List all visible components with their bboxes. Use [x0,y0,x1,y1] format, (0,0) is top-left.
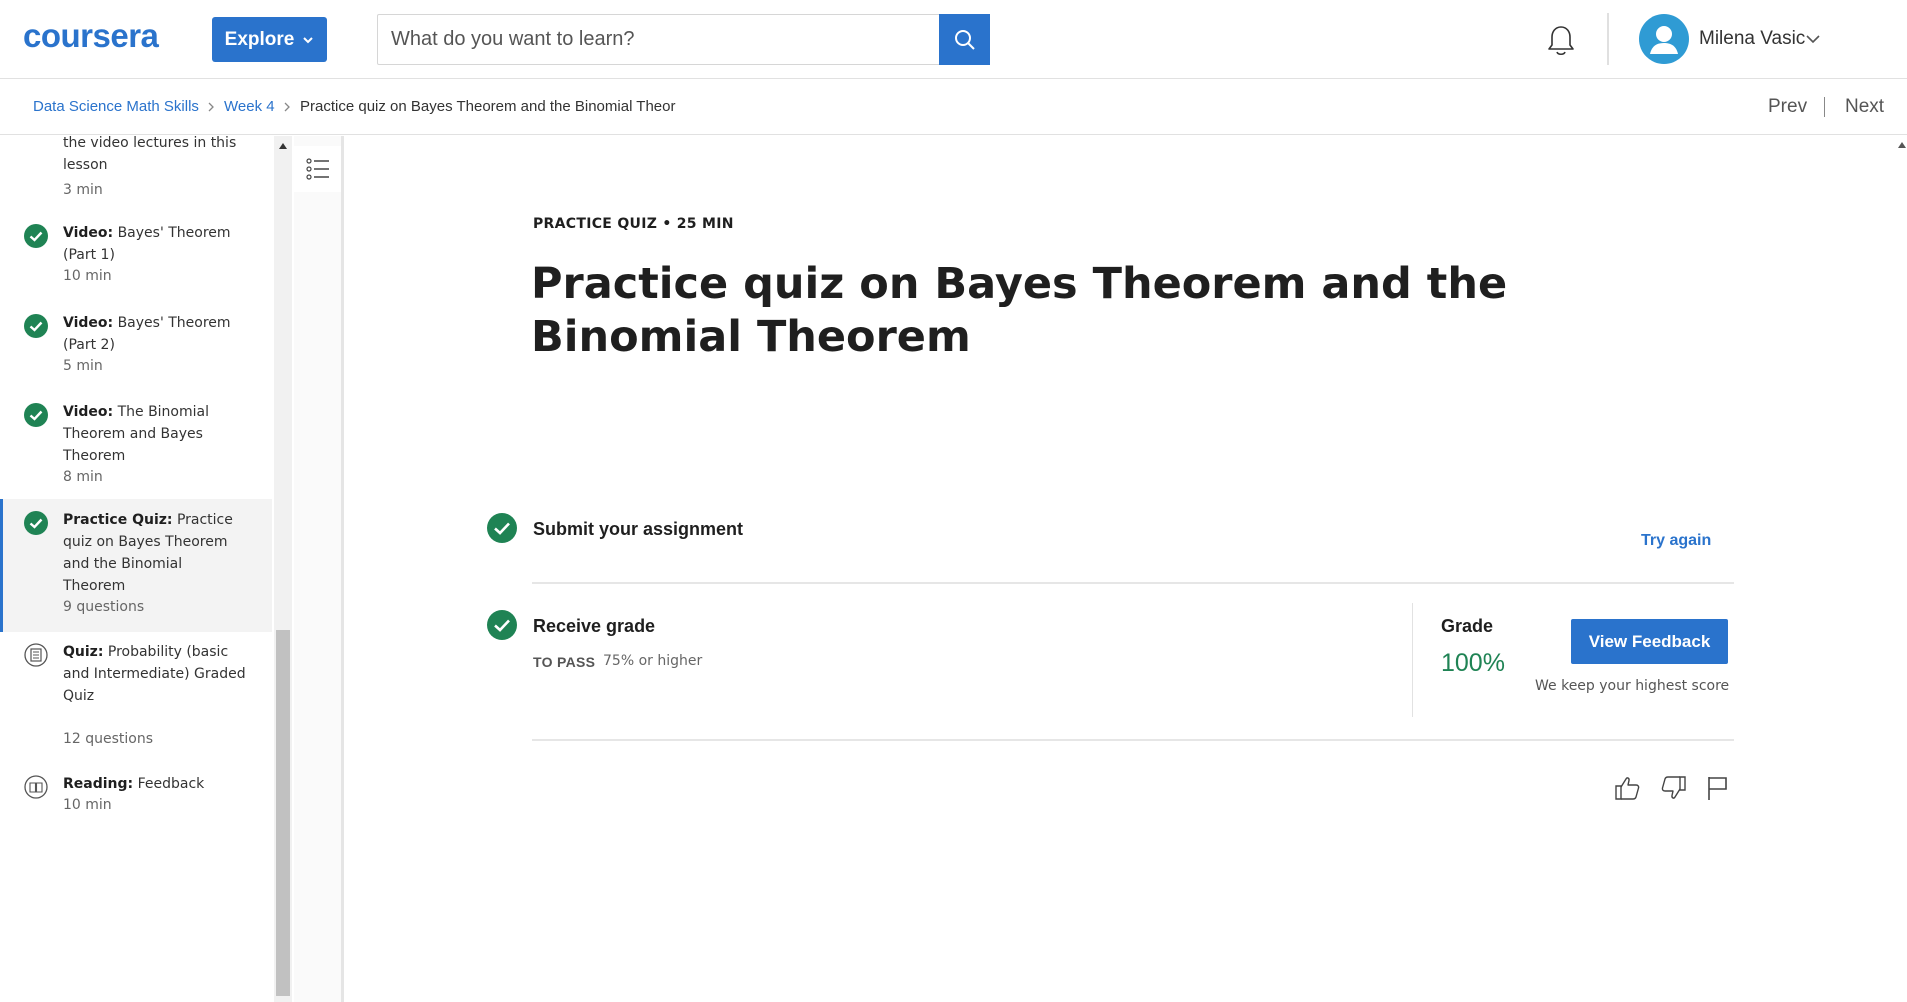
sidebar-item-label: Video: Bayes' Theorem (Part 2) [63,315,231,353]
sidebar-item-meta: 8 min [63,469,103,485]
sidebar-item-label: Reading: Feedback [63,776,205,792]
sidebar-item-practice-quiz[interactable]: Practice Quiz: Practice quiz on Bayes Th… [0,499,272,632]
sidebar-item-graded-quiz[interactable]: Quiz: Probability (basic and Intermediat… [0,641,272,767]
check-circle-icon [487,610,517,640]
sidebar-item-lesson-intro[interactable]: the video lectures in this lesson 3 min [0,136,272,206]
highest-score-note: We keep your highest score [1535,678,1730,694]
section-divider [532,739,1734,741]
sidebar-item-meta: 10 min [63,797,112,813]
chevron-down-icon[interactable] [1805,33,1821,45]
sidebar-item-label: Video: Bayes' Theorem (Part 1) [63,225,231,263]
to-pass-value: 75% or higher [603,653,703,669]
sidebar-item-video-bayes-1[interactable]: Video: Bayes' Theorem (Part 1) 10 min [0,222,272,308]
search-icon [954,29,975,50]
sidebar-item-meta: 5 min [63,358,103,374]
check-circle-icon [24,511,48,535]
sidebar-item-video-bayes-2[interactable]: Video: Bayes' Theorem (Part 2) 5 min [0,312,272,398]
to-pass-label: TO PASS [533,654,596,670]
sidebar-item-meta: 9 questions [63,599,145,615]
svg-text:coursera: coursera [23,20,160,54]
nav-divider [1824,97,1825,117]
breadcrumb-week-link[interactable]: Week 4 [224,98,275,115]
sidebar-item-label: Video: The Binomial Theorem and Bayes Th… [63,404,209,464]
view-feedback-button[interactable]: View Feedback [1571,619,1728,664]
grade-value: 100% [1441,649,1505,677]
sidebar-item-label: Quiz: Probability (basic and Intermediat… [63,644,246,704]
toc-toggle-button[interactable] [294,146,341,192]
sidebar-scroll-thumb[interactable] [276,630,290,996]
main-scrollbar[interactable] [1897,136,1907,1002]
sidebar-item-label: the video lectures in this lesson [63,136,237,173]
chevron-down-icon [303,36,314,43]
flag-icon[interactable] [1704,774,1732,802]
sidebar-item-meta: 3 min [63,182,103,198]
quiz-icon [24,643,48,667]
course-sidebar: the video lectures in this lesson 3 min … [0,136,272,1002]
explore-button[interactable]: Explore [212,17,327,62]
explore-label: Explore [224,28,295,50]
scroll-up-arrow-icon[interactable] [1898,142,1906,148]
sidebar-scrollbar[interactable] [274,136,292,1002]
receive-grade-label: Receive grade [533,616,656,636]
sidebar-item-meta: 10 min [63,268,112,284]
sidebar-item-label: Practice Quiz: Practice quiz on Bayes Th… [63,512,233,594]
bell-icon[interactable] [1545,24,1577,58]
sidebar-item-reading-feedback[interactable]: Reading: Feedback 10 min [0,773,272,843]
book-icon [24,775,48,799]
breadcrumb-course-link[interactable]: Data Science Math Skills [33,98,199,115]
user-name[interactable]: Milena Vasic [1699,28,1805,50]
try-again-link[interactable]: Try again [1641,532,1711,550]
scroll-up-arrow-icon[interactable] [278,142,288,150]
sidebar-item-meta: 12 questions [63,731,154,747]
header-divider [1607,13,1609,65]
coursera-logo[interactable]: coursera [23,20,183,56]
prev-link[interactable]: Prev [1768,96,1807,118]
item-type-eyebrow: PRACTICE QUIZ • 25 MIN [533,216,734,232]
avatar[interactable] [1639,14,1689,64]
chevron-right-icon [284,102,290,112]
thumbs-down-icon[interactable] [1660,774,1688,802]
thumbs-up-icon[interactable] [1613,774,1641,802]
check-circle-icon [24,224,48,248]
chevron-right-icon [208,102,214,112]
user-icon [1650,26,1678,54]
check-circle-icon [24,314,48,338]
search-button[interactable] [939,14,990,65]
next-link[interactable]: Next [1845,96,1884,118]
submit-assignment-label: Submit your assignment [533,519,744,539]
check-circle-icon [24,403,48,427]
page-title: Practice quiz on Bayes Theorem and the B… [531,259,1508,362]
list-icon [305,158,329,180]
check-circle-icon [487,513,517,543]
grade-divider [1412,603,1413,717]
section-divider [532,582,1734,584]
top-header: coursera Explore Milena Vasic [0,0,1907,79]
search-input[interactable] [378,15,939,64]
breadcrumb: Data Science Math Skills Week 4 Practice… [0,79,1907,135]
search-box [377,14,990,65]
breadcrumb-current: Practice quiz on Bayes Theorem and the B… [300,98,676,115]
toc-rail [294,136,344,1002]
sidebar-item-video-binomial[interactable]: Video: The Binomial Theorem and Bayes Th… [0,401,272,511]
grade-label: Grade [1441,616,1494,636]
